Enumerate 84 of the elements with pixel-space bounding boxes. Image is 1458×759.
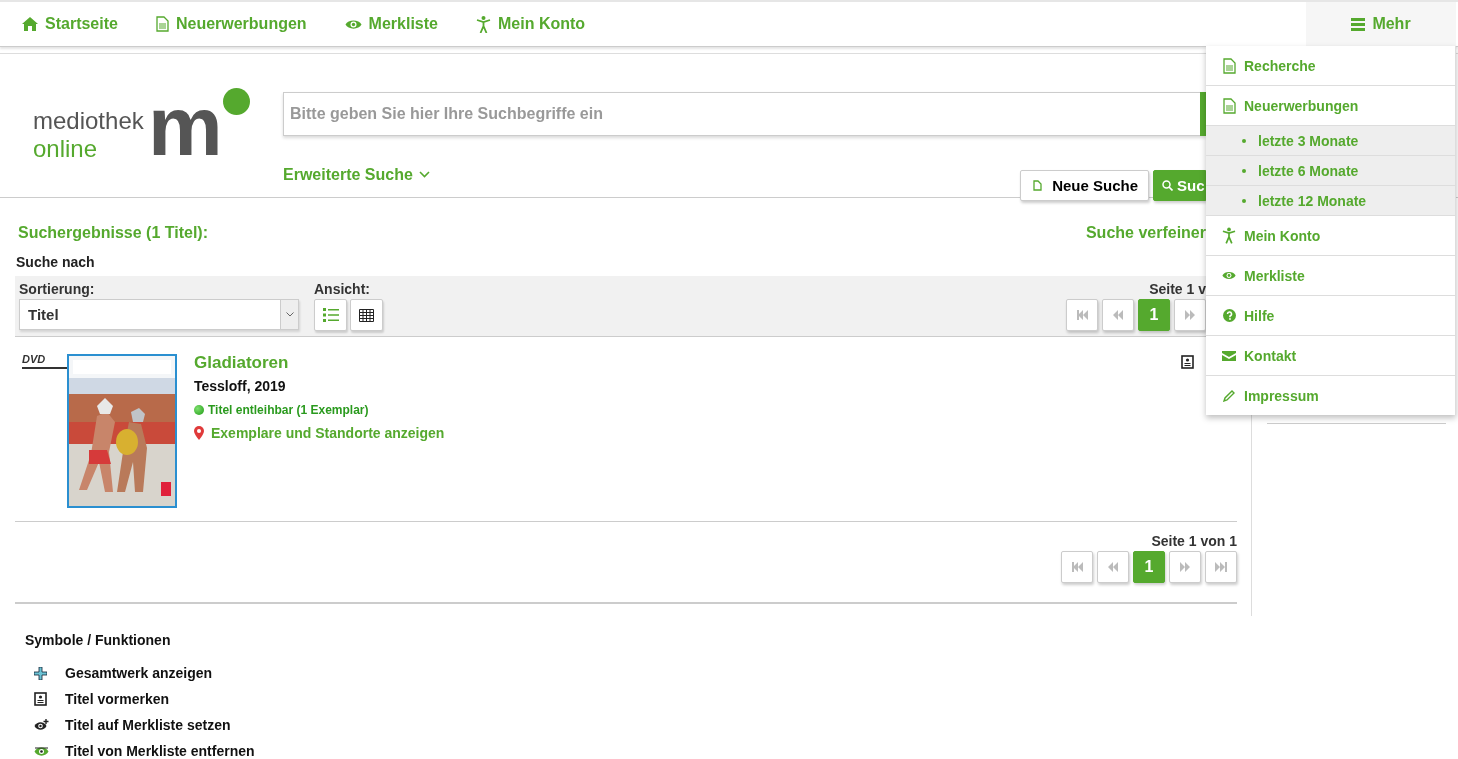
menu-item[interactable]: Mein Konto <box>1206 216 1455 256</box>
bullet-icon <box>1242 198 1246 203</box>
reserve-icon <box>34 692 47 706</box>
menu-item[interactable]: Hilfe <box>1206 296 1455 336</box>
search-field[interactable]: Bitte geben Sie hier Ihre Suchbegriffe ein <box>283 92 1200 136</box>
bullet-icon <box>1242 138 1246 143</box>
more-menu-button[interactable]: Mehr <box>1306 2 1456 46</box>
logo-dot <box>222 88 250 115</box>
document-icon <box>1222 57 1236 74</box>
previous-page-icon <box>1107 562 1119 572</box>
advanced-search-link[interactable]: Erweiterte Suche <box>283 165 430 184</box>
logo-text: online <box>33 137 98 161</box>
eye-plus-icon <box>34 719 49 731</box>
plus-icon <box>34 666 47 680</box>
document-icon <box>155 16 169 32</box>
view-toggle-button[interactable] <box>314 299 347 331</box>
next-page-icon <box>1179 562 1191 572</box>
nav-link[interactable]: Startseite <box>22 15 118 33</box>
refine-search-link[interactable]: Suche verfeiner <box>1085 224 1206 242</box>
pencil-icon <box>1222 389 1236 402</box>
legend-text: Gesamtwerk anzeigen <box>65 665 213 681</box>
help-icon <box>1222 309 1236 322</box>
menu-item[interactable]: Impressum <box>1206 376 1455 415</box>
previous-page-button[interactable] <box>1102 299 1134 331</box>
legend-text: Titel auf Merkliste setzen <box>65 717 231 733</box>
last-page-icon <box>1215 562 1227 572</box>
document-icon <box>1033 180 1043 191</box>
map-pin-icon <box>194 426 204 440</box>
list-view-icon <box>322 308 339 322</box>
legend-text: Titel vormerken <box>65 691 169 707</box>
person-icon <box>476 15 491 33</box>
last-page-button[interactable] <box>1205 551 1237 583</box>
eye-icon <box>344 18 362 30</box>
page-button[interactable]: 1 <box>1133 551 1165 583</box>
search-query-label: Suche nach <box>16 254 96 270</box>
page-count-text: Seite 1 von 1 <box>1151 533 1237 549</box>
person-icon <box>1222 227 1236 244</box>
eye-icon <box>1222 270 1236 281</box>
bullet-icon <box>1242 168 1246 173</box>
submenu-item[interactable]: letzte 12 Monate <box>1206 186 1455 216</box>
title-link[interactable]: Gladiatoren <box>194 353 445 373</box>
view-label: Ansicht: <box>314 281 371 297</box>
menu-icon <box>1351 17 1366 31</box>
menu-item[interactable]: Recherche <box>1206 46 1455 86</box>
page-button[interactable]: 1 <box>1138 299 1170 331</box>
document-icon <box>1222 97 1236 114</box>
home-icon <box>22 17 38 31</box>
first-page-button[interactable] <box>1061 551 1093 583</box>
first-page-button[interactable] <box>1066 299 1098 331</box>
availability-text: Titel entleihbar (1 Exemplar) <box>208 403 369 417</box>
nav-link[interactable]: Merkliste <box>344 15 438 33</box>
first-page-icon <box>1071 562 1083 572</box>
results-heading: Suchergebnisse (1 Titel): <box>18 224 208 242</box>
previous-page-icon <box>1112 310 1124 320</box>
legend-text: Titel von Merkliste entfernen <box>65 743 255 759</box>
grid-view-icon <box>359 308 374 322</box>
sort-label: Sortierung: <box>19 281 96 297</box>
nav-link[interactable]: Mein Konto <box>476 15 586 33</box>
mail-icon <box>1222 350 1236 361</box>
eye-icon <box>34 745 49 757</box>
first-page-icon <box>1076 310 1088 320</box>
reserve-icon <box>1181 355 1194 369</box>
previous-page-button[interactable] <box>1097 551 1129 583</box>
sort-select[interactable]: Titel <box>19 299 299 330</box>
search-icon <box>1162 180 1173 191</box>
logo-text: mediothek <box>33 109 144 133</box>
submenu-item[interactable]: letzte 6 Monate <box>1206 156 1455 186</box>
logo-letter: m <box>148 84 223 168</box>
publisher-text: Tessloff, 2019 <box>194 378 287 394</box>
new-search-button[interactable]: Neue Suche <box>1020 170 1149 201</box>
next-page-button[interactable] <box>1174 299 1206 331</box>
chevron-down-icon <box>285 312 294 317</box>
legend-title: Symbole / Funktionen <box>25 632 172 648</box>
next-page-button[interactable] <box>1169 551 1201 583</box>
menu-item[interactable]: Merkliste <box>1206 256 1455 296</box>
locations-link[interactable]: Exemplare und Standorte anzeigen <box>194 425 445 441</box>
page-count-text: Seite 1 v <box>1149 281 1206 297</box>
nav-link[interactable]: Neuerwerbungen <box>155 15 307 33</box>
submenu-item[interactable]: letzte 3 Monate <box>1206 126 1455 156</box>
chevron-down-icon <box>418 171 430 178</box>
menu-item[interactable]: Kontakt <box>1206 336 1455 376</box>
next-page-icon <box>1184 310 1196 320</box>
search-button[interactable]: Suc <box>1153 170 1206 201</box>
view-toggle-button[interactable] <box>350 299 383 331</box>
